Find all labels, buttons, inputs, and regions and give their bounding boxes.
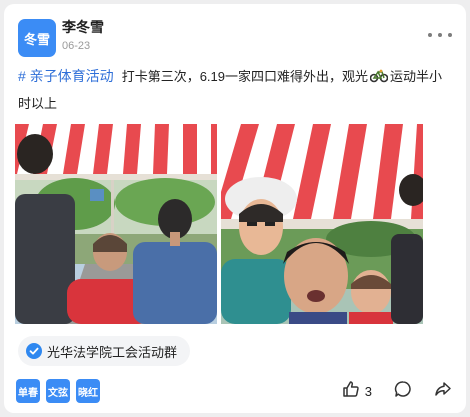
- liker-avatar[interactable]: 文弦: [46, 379, 70, 403]
- share-button[interactable]: [434, 380, 452, 403]
- post-card: 冬雪 李冬雪 06-23 # 亲子体育活动 打卡第三次，6.19一家四口难得外出，…: [4, 4, 466, 413]
- group-tag[interactable]: 光华法学院工会活动群: [18, 336, 191, 366]
- author-name[interactable]: 李冬雪: [62, 17, 104, 37]
- photo-kids-on-cart[interactable]: [15, 124, 217, 324]
- liker-avatars: 单春 文弦 晓红: [16, 379, 100, 403]
- like-button[interactable]: 3: [342, 380, 372, 403]
- more-options-icon[interactable]: [428, 28, 452, 42]
- bicycle-emoji-icon: [369, 66, 389, 91]
- comment-button[interactable]: [394, 380, 412, 403]
- photo-family-selfie[interactable]: [221, 124, 423, 324]
- share-arrow-icon: [434, 380, 452, 403]
- author-avatar[interactable]: 冬雪: [18, 19, 56, 57]
- liker-avatar[interactable]: 晓红: [76, 379, 100, 403]
- dot: [438, 33, 442, 37]
- post-text-part1: 打卡第三次，6.19一家四口难得外出，观光: [121, 69, 368, 84]
- post-body: # 亲子体育活动 打卡第三次，6.19一家四口难得外出，观光 运动半小时以上: [18, 64, 454, 116]
- group-tag-label: 光华法学院工会活动群: [47, 344, 178, 360]
- like-count: 3: [364, 383, 372, 399]
- verified-check-icon: [26, 343, 42, 359]
- dot: [428, 33, 432, 37]
- dot: [448, 33, 452, 37]
- liker-avatar[interactable]: 单春: [16, 379, 40, 403]
- comment-bubble-icon: [394, 380, 412, 403]
- post-date: 06-23: [62, 40, 91, 52]
- hashtag-link[interactable]: # 亲子体育活动: [18, 68, 114, 84]
- thumbs-up-icon: [342, 380, 360, 403]
- post-actions: 3: [320, 379, 452, 403]
